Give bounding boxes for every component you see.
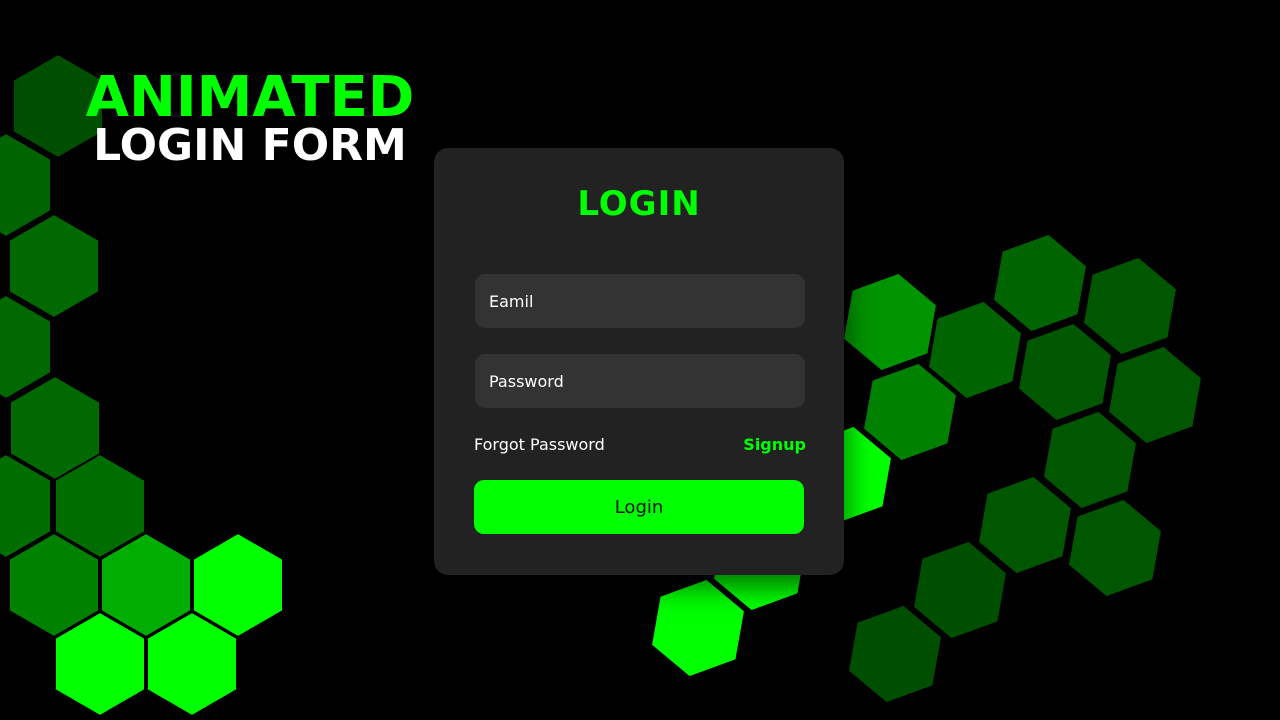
hexagon-icon [1066,497,1164,599]
hexagon-icon [1081,255,1179,357]
hexagon-icon [8,212,100,320]
hero-title-line-2: LOGIN FORM [93,120,407,171]
form-links-row: Forgot Password Signup [474,435,806,457]
password-field[interactable] [475,354,805,408]
hero-title-line-1: ANIMATED [85,65,415,130]
login-card: LOGIN Forgot Password Signup Login [434,148,844,575]
hexagon-icon [841,271,939,373]
forgot-password-link[interactable]: Forgot Password [474,435,605,454]
hexagon-icon [991,232,1089,334]
email-field[interactable] [475,274,805,328]
signup-link[interactable]: Signup [743,435,806,454]
hexagon-icon [1016,321,1114,423]
login-button[interactable]: Login [474,480,804,534]
hero-title: ANIMATED LOGIN FORM [60,70,440,168]
login-title: LOGIN [577,184,701,224]
